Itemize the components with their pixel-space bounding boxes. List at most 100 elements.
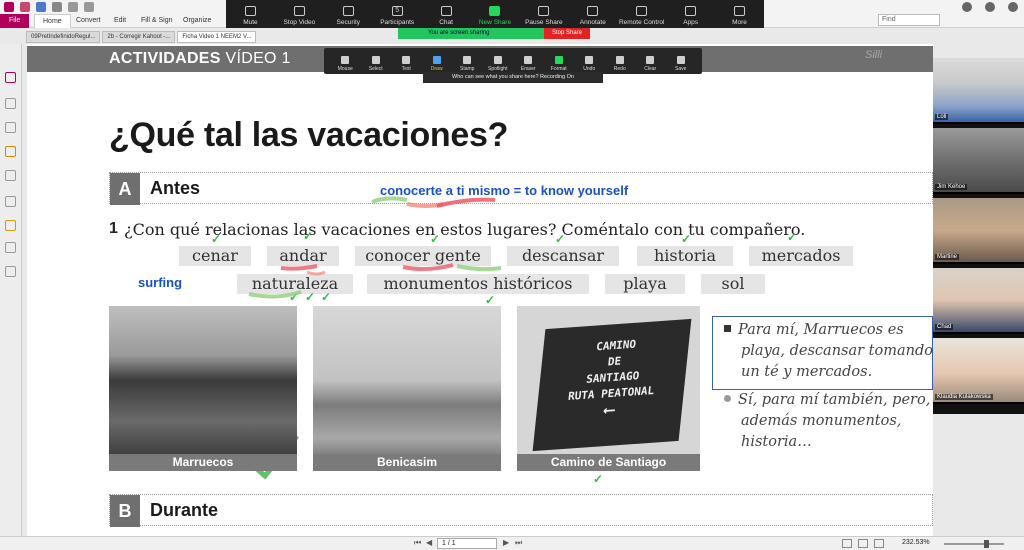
save-icon	[676, 56, 685, 64]
section-b: B Durante	[109, 494, 933, 527]
annot-format[interactable]: Format	[544, 48, 575, 74]
single-page-view-icon[interactable]	[842, 539, 852, 548]
tools-icon[interactable]	[5, 266, 16, 277]
annot-save[interactable]: Save	[666, 48, 697, 74]
next-page-icon[interactable]: ▶	[503, 538, 509, 547]
question-number: 1	[109, 220, 118, 237]
bookmark-icon[interactable]	[5, 72, 16, 83]
page-header-title: ACTIVIDADES VÍDEO 1	[109, 50, 291, 68]
undo-icon[interactable]	[68, 2, 78, 12]
participant-name: Jim Kehoe	[935, 184, 968, 190]
minimize-icon[interactable]	[962, 2, 972, 12]
annot-undo[interactable]: Undo	[574, 48, 605, 74]
tab-convert[interactable]: Convert	[76, 14, 101, 28]
remote-control-button[interactable]: Remote Control	[617, 0, 666, 28]
more-button[interactable]: More	[715, 0, 764, 28]
dialogue-line: Para mí, Marruecos es	[724, 320, 904, 340]
participant-tile[interactable]: Chad	[933, 268, 1024, 334]
section-a-letter: A	[110, 173, 140, 205]
participant-tile[interactable]: Klaudia Kulakowska	[933, 338, 1024, 404]
prev-page-icon[interactable]: ◀	[426, 538, 432, 547]
page-indicator[interactable]: 1 / 1	[437, 538, 497, 549]
doc-tab[interactable]: 2b - Corregir Kahoot -...	[102, 31, 176, 43]
zoom-level[interactable]: 232.53%	[902, 539, 930, 546]
document-page: ACTIVIDADES VÍDEO 1 Silli Mouse Select T…	[27, 44, 933, 536]
people-icon: 5	[391, 6, 403, 16]
mute-button[interactable]: Mute	[226, 0, 275, 28]
doc-tab-active[interactable]: Ficha Video 1 NEEM2 V...	[177, 31, 257, 43]
open-icon[interactable]	[20, 2, 30, 12]
section-b-name: Durante	[150, 500, 219, 520]
microphone-icon	[244, 6, 256, 16]
handwritten-note: conocerte a ti mismo = to know yourself	[380, 183, 629, 198]
annot-spotlight[interactable]: Spotlight	[483, 48, 514, 74]
redo-icon[interactable]	[84, 2, 94, 12]
zoom-slider-thumb[interactable]	[984, 540, 989, 548]
check-mark: ✓	[593, 472, 604, 486]
photo-marruecos: Marruecos	[109, 306, 297, 471]
layers-icon[interactable]	[5, 122, 16, 133]
annot-clear[interactable]: Clear	[635, 48, 666, 74]
lock-icon[interactable]	[5, 220, 16, 231]
zoom-slider[interactable]	[944, 543, 1004, 545]
participant-tile[interactable]: Jim Kehoe	[933, 128, 1024, 194]
check-mark: ✓	[321, 290, 332, 304]
word-conocer-gente: conocer gente	[355, 246, 491, 266]
chat-button[interactable]: Chat	[422, 0, 471, 28]
participant-tile[interactable]: Martine	[933, 198, 1024, 264]
undo-icon	[585, 56, 594, 64]
new-share-button[interactable]: New Share	[471, 0, 520, 28]
select-icon	[371, 56, 380, 64]
print-icon[interactable]	[52, 2, 62, 12]
doc-tab[interactable]: 09PretIndefinidoRegul...	[26, 31, 101, 43]
annot-text[interactable]: Text	[391, 48, 422, 74]
header-bold: ACTIVIDADES	[109, 50, 221, 67]
annot-select[interactable]: Select	[361, 48, 392, 74]
share-screen-icon	[489, 6, 501, 16]
annot-mouse[interactable]: Mouse	[330, 48, 361, 74]
pages-icon[interactable]	[5, 98, 16, 109]
participants-button[interactable]: 5 Participants	[373, 0, 422, 28]
word-monumentos-historicos: monumentos históricos	[367, 274, 589, 294]
section-b-letter: B	[110, 495, 140, 527]
facing-view-icon[interactable]	[874, 539, 884, 548]
comments-icon[interactable]	[5, 146, 16, 157]
word-sol: sol	[701, 274, 765, 294]
tab-organize[interactable]: Organize	[183, 14, 211, 28]
attachment-icon[interactable]	[5, 170, 16, 181]
left-sidebar	[0, 44, 22, 550]
form-icon[interactable]	[5, 242, 16, 253]
stop-video-button[interactable]: Stop Video	[275, 0, 324, 28]
annot-eraser[interactable]: Eraser	[513, 48, 544, 74]
annot-redo[interactable]: Redo	[605, 48, 636, 74]
tab-file[interactable]: File	[0, 14, 30, 28]
save-icon[interactable]	[36, 2, 46, 12]
word-mercados: mercados	[749, 246, 853, 266]
signature-icon[interactable]	[5, 196, 16, 207]
apps-button[interactable]: Apps	[666, 0, 715, 28]
pause-share-button[interactable]: Pause Share	[519, 0, 568, 28]
surfing-note: surfing	[138, 275, 183, 290]
tab-fill-sign[interactable]: Fill & Sign	[141, 14, 173, 28]
check-mark: ✓	[485, 293, 496, 307]
close-icon[interactable]	[1008, 2, 1018, 12]
check-mark: ✓	[787, 230, 798, 244]
annot-stamp[interactable]: Stamp	[452, 48, 483, 74]
annotate-button[interactable]: Annotate	[568, 0, 617, 28]
stop-share-button[interactable]: Stop Share	[543, 28, 590, 39]
find-input[interactable]: Find	[878, 14, 940, 26]
last-page-icon[interactable]: ⏭	[515, 538, 522, 548]
maximize-icon[interactable]	[985, 2, 995, 12]
photo-caption: Benicasim	[313, 454, 501, 471]
tab-edit[interactable]: Edit	[114, 14, 126, 28]
security-button[interactable]: Security	[324, 0, 373, 28]
first-page-icon[interactable]: ⏮	[414, 538, 421, 548]
sharing-banner: You are screen sharing Stop Share	[398, 28, 590, 39]
tab-home[interactable]: Home	[34, 14, 71, 28]
word-historia: historia	[637, 246, 733, 266]
participant-tile[interactable]: Loli	[933, 58, 1024, 124]
annot-draw[interactable]: Draw	[422, 48, 453, 74]
dialogue-line: historia…	[741, 434, 812, 450]
continuous-view-icon[interactable]	[858, 539, 868, 548]
check-mark: ✓	[289, 290, 300, 304]
